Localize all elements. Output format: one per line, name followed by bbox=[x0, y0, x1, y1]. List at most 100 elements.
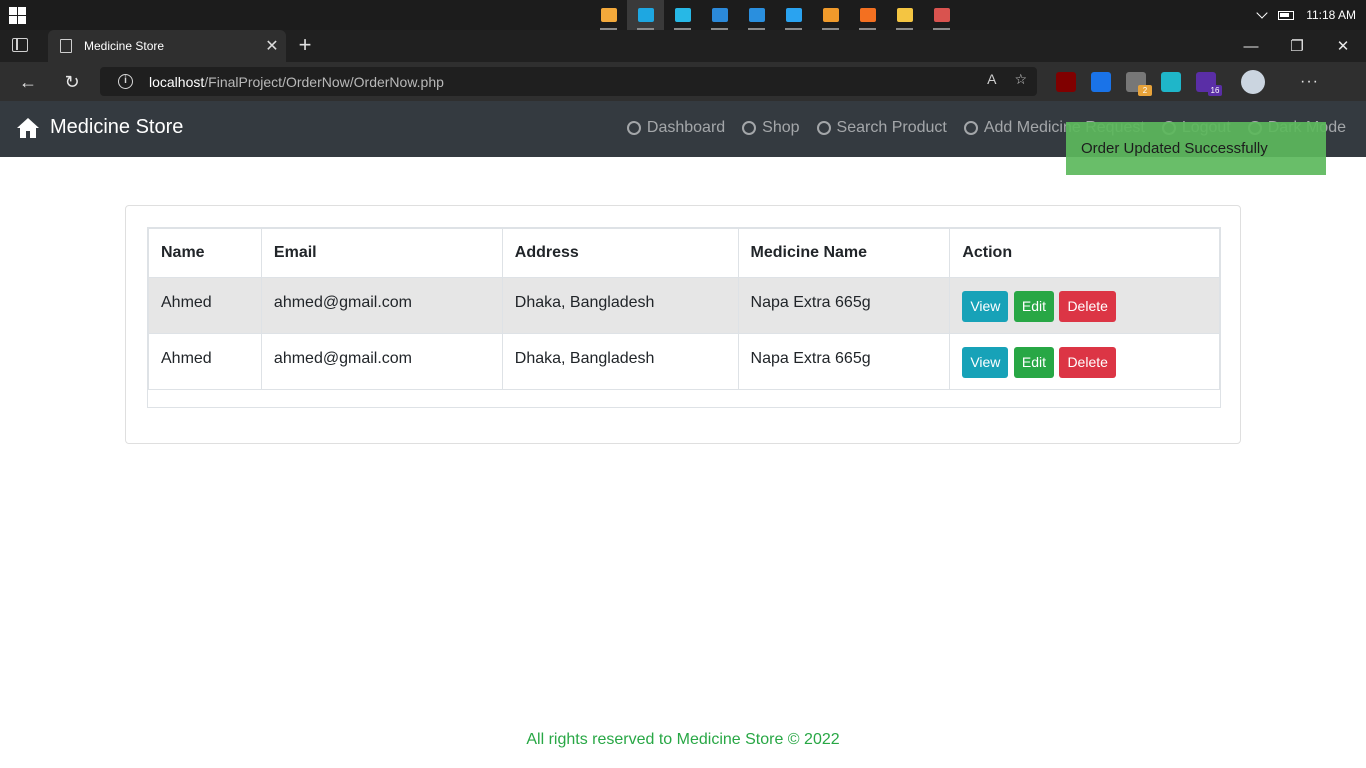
new-tab-button[interactable]: + bbox=[292, 33, 318, 59]
windows-taskbar: 11:18 AM bbox=[0, 0, 1366, 30]
nav-link-label: Shop bbox=[762, 119, 800, 136]
column-header: Address bbox=[501, 228, 739, 278]
cell-medicine: Napa Extra 665g bbox=[737, 333, 951, 390]
restore-button[interactable]: ❐ bbox=[1274, 30, 1320, 62]
favorites-star-icon[interactable]: ☆ bbox=[1014, 71, 1027, 88]
brand-link[interactable]: Medicine Store bbox=[16, 116, 183, 139]
nav-link-dashboard[interactable]: Dashboard bbox=[626, 119, 725, 137]
app-glyph bbox=[637, 8, 654, 22]
remote-app-icon[interactable] bbox=[664, 0, 701, 30]
app-glyph bbox=[822, 8, 839, 22]
tab-medicine-store[interactable]: Medicine Store ✕ bbox=[48, 30, 286, 62]
address-bar-actions: A ☆ bbox=[987, 71, 1027, 88]
pills-icon bbox=[963, 121, 979, 135]
minimize-button[interactable]: — bbox=[1228, 30, 1274, 62]
column-header: Name bbox=[148, 228, 262, 278]
edge-icon[interactable] bbox=[627, 0, 664, 30]
table-header-row: Name Email Address Medicine Name Action bbox=[148, 228, 1220, 278]
nav-link-label: Dashboard bbox=[646, 119, 726, 136]
cell-email: ahmed@gmail.com bbox=[260, 333, 503, 390]
nav-link-label: Search Product bbox=[836, 119, 947, 136]
extension-badge: 16 bbox=[1208, 85, 1222, 96]
cell-email: ahmed@gmail.com bbox=[260, 277, 503, 334]
paint-app-icon[interactable] bbox=[923, 0, 960, 30]
orders-table: Name Email Address Medicine Name Action Ahme… bbox=[148, 228, 1220, 390]
puzzle-extension-icon[interactable]: 2 bbox=[1126, 72, 1152, 96]
app-glyph bbox=[785, 8, 802, 22]
tab-actions-icon[interactable] bbox=[12, 38, 28, 52]
extension-badge: 2 bbox=[1138, 85, 1152, 96]
window-controls: — ❐ ✕ bbox=[1228, 30, 1366, 62]
system-tray: 11:18 AM bbox=[1256, 0, 1356, 30]
success-toast: Order Updated Successfully bbox=[1066, 122, 1326, 175]
home-icon bbox=[17, 117, 39, 138]
ublock-icon[interactable] bbox=[1056, 72, 1076, 92]
extensions-bar: 2 16 ··· bbox=[1056, 69, 1319, 96]
virtualbox-icon[interactable] bbox=[590, 0, 627, 30]
view-button[interactable]: View bbox=[962, 347, 1009, 378]
nav-link-shop[interactable]: Shop bbox=[741, 119, 800, 137]
view-button[interactable]: View bbox=[962, 291, 1009, 322]
address-bar[interactable]: i localhost/FinalProject/OrderNow/OrderN… bbox=[100, 67, 1037, 96]
cart-icon bbox=[741, 121, 757, 135]
footer-text: All rights reserved to Medicine Store © … bbox=[526, 731, 840, 748]
tab-close-icon[interactable]: ✕ bbox=[258, 36, 286, 56]
app-glyph bbox=[711, 8, 728, 22]
url-path: /FinalProject/OrderNow/OrderNow.php bbox=[204, 73, 444, 90]
reload-button[interactable]: ↻ bbox=[57, 68, 87, 96]
file-explorer-icon[interactable] bbox=[886, 0, 923, 30]
cell-address: Dhaka, Bangladesh bbox=[501, 333, 739, 390]
dashboard-icon bbox=[626, 121, 642, 135]
column-header: Action bbox=[949, 228, 1220, 278]
battery-icon[interactable] bbox=[1278, 10, 1295, 20]
browser-toolbar: ← ↻ i localhost/FinalProject/OrderNow/Or… bbox=[0, 62, 1366, 101]
orders-card: Name Email Address Medicine Name Action Ahme… bbox=[125, 205, 1241, 444]
share-extension-icon[interactable] bbox=[1161, 72, 1181, 92]
cell-name: Ahmed bbox=[148, 333, 262, 390]
s-extension-icon[interactable] bbox=[1091, 72, 1111, 92]
app-glyph bbox=[674, 8, 691, 22]
edit-button[interactable]: Edit bbox=[1013, 291, 1054, 322]
column-header: Email bbox=[260, 228, 503, 278]
taskbar-apps bbox=[590, 0, 960, 30]
clock[interactable]: 11:18 AM bbox=[1306, 8, 1356, 22]
app-glyph bbox=[859, 8, 876, 22]
page-icon bbox=[60, 39, 72, 53]
back-button[interactable]: ← bbox=[13, 68, 43, 96]
sublime-text-icon[interactable] bbox=[812, 0, 849, 30]
cell-medicine: Napa Extra 665g bbox=[737, 277, 951, 334]
close-window-button[interactable]: ✕ bbox=[1320, 30, 1366, 62]
tab-title: Medicine Store bbox=[84, 39, 165, 53]
table-body: Ahmed ahmed@gmail.com Dhaka, Bangladesh Nap… bbox=[148, 277, 1220, 390]
app-glyph bbox=[896, 8, 913, 22]
windows-start-icon[interactable] bbox=[9, 7, 26, 24]
delete-button[interactable]: Delete bbox=[1059, 291, 1116, 322]
vscode-icon[interactable] bbox=[775, 0, 812, 30]
cell-actions: View Edit Delete bbox=[949, 277, 1220, 334]
cell-address: Dhaka, Bangladesh bbox=[501, 277, 739, 334]
browser-tab-strip: Medicine Store ✕ + — ❐ ✕ bbox=[0, 30, 1366, 62]
app-glyph bbox=[600, 8, 617, 22]
edit-button[interactable]: Edit bbox=[1013, 347, 1054, 378]
app-glyph bbox=[933, 8, 950, 22]
xampp-icon[interactable] bbox=[849, 0, 886, 30]
nav-link-search-product[interactable]: Search Product bbox=[816, 119, 947, 137]
bluetooth-app-icon[interactable] bbox=[738, 0, 775, 30]
url-host: localhost bbox=[149, 73, 205, 90]
chevron-up-icon[interactable] bbox=[1256, 7, 1268, 19]
read-aloud-icon[interactable]: A bbox=[987, 71, 996, 88]
table-row: Ahmed ahmed@gmail.com Dhaka, Bangladesh Nap… bbox=[148, 333, 1220, 390]
orders-table-wrapper: Name Email Address Medicine Name Action Ahme… bbox=[147, 227, 1221, 408]
search-icon bbox=[816, 121, 832, 135]
cell-actions: View Edit Delete bbox=[949, 333, 1220, 390]
app-glyph bbox=[748, 8, 765, 22]
profile-avatar[interactable] bbox=[1241, 70, 1265, 94]
brand-name: Medicine Store bbox=[50, 116, 184, 138]
hat-extension-icon[interactable]: 16 bbox=[1196, 72, 1222, 96]
delete-button[interactable]: Delete bbox=[1059, 347, 1116, 378]
table-row: Ahmed ahmed@gmail.com Dhaka, Bangladesh Nap… bbox=[148, 277, 1220, 334]
more-menu-icon[interactable]: ··· bbox=[1300, 73, 1319, 91]
monitor-app-icon[interactable] bbox=[701, 0, 738, 30]
info-icon[interactable]: i bbox=[118, 74, 133, 89]
cell-name: Ahmed bbox=[148, 277, 262, 334]
